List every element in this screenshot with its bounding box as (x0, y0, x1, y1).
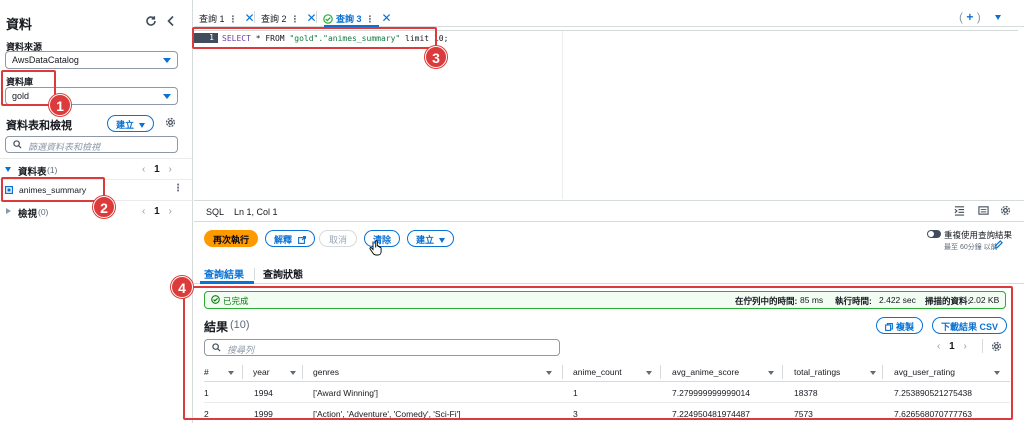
caret-down-icon (163, 58, 171, 63)
add-tab-button[interactable]: ( + ) (959, 10, 981, 24)
explain-button[interactable]: 解釋 (265, 230, 315, 247)
tables-views-title: 資料表和檢視 (6, 120, 72, 132)
close-icon[interactable]: ✕ (382, 11, 392, 25)
expand-icon (5, 167, 11, 172)
tab-divider (254, 11, 255, 23)
indent-icon[interactable] (954, 205, 965, 216)
create-button[interactable]: 建立 (407, 230, 455, 247)
result-tabs: 查詢結果 查詢狀態 (194, 262, 1024, 284)
tables-group-count: (1) (47, 165, 58, 175)
settings-icon[interactable] (1000, 205, 1011, 216)
annotation-box-table (1, 177, 105, 202)
annotation-badge: 1 (49, 94, 71, 116)
annotation-badge: 2 (93, 196, 115, 218)
create-button[interactable]: 建立 (107, 115, 155, 132)
tab-label: 查詢 2 (261, 14, 287, 24)
keyboard-icon[interactable] (978, 205, 989, 216)
tables-group-label: 資料表 (18, 167, 47, 178)
table-filter-input[interactable]: 篩選資料表和檢視 (5, 136, 178, 153)
tab-query-3[interactable]: 查詢 3 ⋮ ✕ (323, 11, 392, 25)
annotation-badge: 4 (171, 276, 193, 298)
collapse-icon[interactable] (166, 15, 176, 27)
more-options-icon[interactable]: ⋮ (173, 183, 183, 194)
caret-down-icon (163, 94, 171, 99)
tab-divider (316, 11, 317, 23)
chevron-left-icon[interactable]: ‹ (142, 206, 145, 217)
caret-down-icon (139, 123, 146, 129)
table-filter-placeholder: 篩選資料表和檢視 (28, 142, 101, 152)
editor-status-bar: SQL Ln 1, Col 1 (194, 200, 1024, 222)
annotation-box-sql (192, 27, 437, 49)
annotation-badge: 3 (425, 46, 447, 68)
tab-query-1[interactable]: 查詢 1 ⋮ ✕ (199, 11, 255, 25)
caret-down-icon (439, 238, 446, 244)
expand-icon (6, 208, 11, 214)
more-options-icon[interactable]: ⋮ (366, 14, 375, 24)
reuse-results-toggle[interactable] (927, 230, 941, 238)
views-group-label: 檢視 (18, 209, 38, 220)
run-again-button[interactable]: 再次執行 (204, 230, 259, 247)
cancel-button[interactable]: 取消 (319, 230, 358, 247)
create-label: 建立 (416, 235, 435, 245)
tab-query-results[interactable]: 查詢結果 (204, 266, 244, 281)
panel-title: 資料 (6, 17, 33, 32)
external-link-icon (297, 236, 306, 244)
settings-icon[interactable] (165, 117, 176, 128)
explain-label: 解釋 (274, 235, 293, 245)
reuse-results-sub: 最至 60分鐘 以前 (944, 244, 998, 251)
query-tab-bar: 查詢 1 ⋮ ✕ 查詢 2 ⋮ ✕ 查詢 3 ⋮ ✕ ( + ) (194, 8, 1024, 28)
print-margin (562, 31, 563, 199)
datasource-value: AwsDataCatalog (12, 55, 79, 65)
active-tab-underline (200, 281, 254, 284)
tab-query-status[interactable]: 查詢狀態 (263, 266, 303, 281)
tab-label: 查詢 1 (199, 14, 225, 24)
caret-down-icon[interactable] (995, 15, 1001, 20)
annotation-box-results (183, 286, 1013, 420)
tab-query-2[interactable]: 查詢 2 ⋮ ✕ (261, 11, 317, 25)
annotation-box-database (1, 70, 56, 106)
hand-cursor-icon (368, 240, 382, 257)
success-check-icon (323, 14, 333, 24)
tab-label: 查詢 3 (336, 14, 362, 24)
divider (0, 158, 192, 159)
chevron-right-icon[interactable]: › (168, 164, 171, 175)
search-icon (13, 140, 22, 149)
create-button-label: 建立 (116, 120, 135, 130)
refresh-icon[interactable] (145, 15, 157, 27)
tables-page-number[interactable]: 1 (154, 164, 160, 175)
sql-editor[interactable]: 1 SELECT * FROM "gold"."animes_summary" … (194, 30, 1018, 200)
action-bar: 再次執行 解釋 取消 清除 建立 重複使用查詢結果 最至 60分鐘 以前 (194, 222, 1024, 256)
datasource-select[interactable]: AwsDataCatalog (5, 51, 178, 69)
edit-pencil-icon[interactable] (994, 240, 1003, 249)
views-page-number[interactable]: 1 (154, 206, 160, 217)
language-label: SQL (206, 207, 225, 217)
tab-divider (254, 268, 255, 280)
cursor-position: Ln 1, Col 1 (234, 207, 278, 217)
views-group-count: (0) (38, 207, 49, 217)
more-options-icon[interactable]: ⋮ (229, 14, 238, 24)
more-options-icon[interactable]: ⋮ (291, 14, 300, 24)
chevron-right-icon[interactable]: › (168, 206, 171, 217)
chevron-left-icon[interactable]: ‹ (142, 164, 145, 175)
